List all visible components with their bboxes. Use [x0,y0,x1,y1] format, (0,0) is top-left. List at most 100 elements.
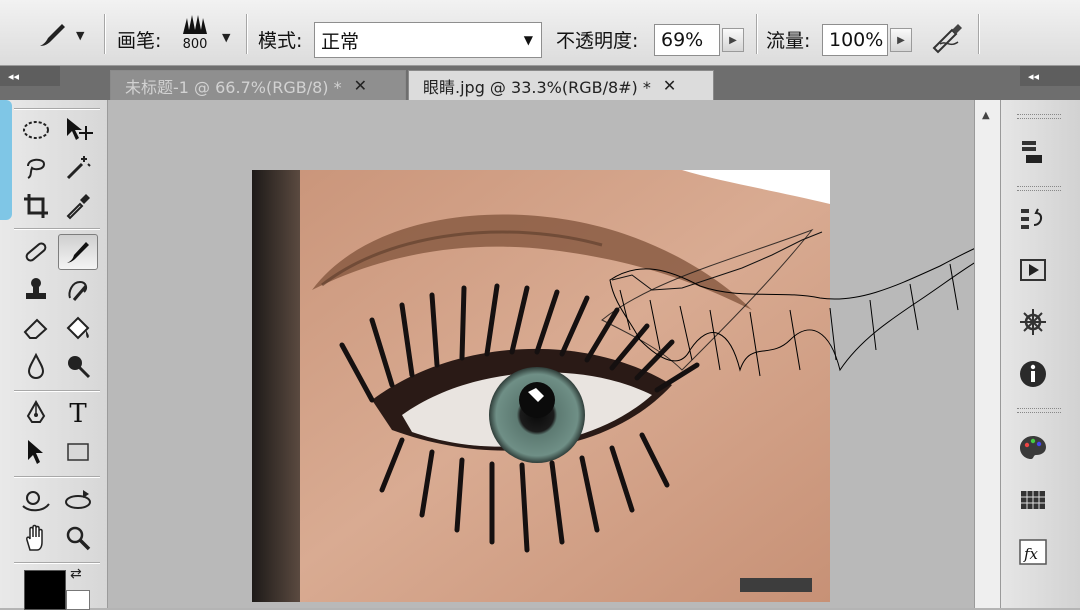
close-icon[interactable]: ✕ [663,76,676,95]
grip [1017,114,1061,119]
opacity-slider-button[interactable]: ▶ [722,28,744,52]
lasso-icon [27,158,46,179]
magic-wand-icon [66,156,91,180]
flow-value: 100% [829,29,884,51]
tab-eye-jpg[interactable]: 眼睛.jpg @ 33.3%(RGB/8#) * ✕ [408,70,714,100]
divider [756,14,757,54]
divider [978,14,979,54]
swap-colors-icon[interactable]: ⇄ [70,566,82,582]
close-icon[interactable]: ✕ [354,76,367,95]
bandage-icon [25,242,47,262]
marquee-tool[interactable] [16,112,56,148]
brush-icon [67,242,89,263]
hand-tool[interactable] [16,520,56,556]
divider [14,108,100,109]
magic-wand-tool[interactable] [58,150,98,186]
grip [1017,186,1061,191]
pen-icon [26,400,46,423]
airbrush-toggle[interactable] [928,22,968,54]
history-panel-button[interactable] [1017,204,1049,236]
swatches-panel-button[interactable] [1017,484,1049,516]
flow-slider-button[interactable]: ▶ [890,28,912,52]
info-panel-button[interactable] [1017,358,1049,390]
divider [246,14,247,54]
tab-label: 未标题-1 @ 66.7%(RGB/8) * [125,77,342,97]
lasso-tool[interactable] [16,150,56,186]
grid-icon [1021,491,1045,509]
path-selection-tool[interactable] [16,434,56,470]
mode-value: 正常 [321,30,360,53]
scroll-up-arrow-icon[interactable]: ▲ [982,110,990,121]
layer-comps-icon [1022,141,1042,163]
background-color-swatch[interactable] [66,590,90,610]
panel-edge-handle[interactable] [0,100,12,220]
color-panel-button[interactable] [1017,432,1049,464]
zoom-tool[interactable] [58,520,98,556]
hand-icon [26,524,43,551]
mode-select[interactable]: 正常 ▼ [314,22,542,58]
chevron-right-icon: ▶ [897,34,905,46]
history-brush-tool[interactable] [58,272,98,308]
3d-orbit-tool[interactable] [58,482,98,518]
move-tool[interactable] [58,112,98,148]
foreground-color-swatch[interactable] [24,570,66,610]
flow-label: 流量: [766,30,811,52]
crop-icon [24,194,48,218]
divider [14,390,100,391]
flow-input[interactable]: 100% [822,24,888,56]
fx-icon: fx [1019,539,1047,565]
history-icon [1021,208,1042,229]
brush-label: 画笔: [117,30,162,52]
vertical-scrollbar[interactable]: ▲ [974,100,1000,608]
3d-rotate-tool[interactable] [16,482,56,518]
panel-dock: fx [1000,100,1080,608]
crop-tool[interactable] [16,188,56,224]
mode-label: 模式: [258,30,303,52]
brush-size-picker[interactable]: 800 [180,12,210,52]
eraser-icon [23,318,48,339]
divider [14,228,100,229]
divider [104,14,105,54]
actions-panel-button[interactable] [1017,254,1049,286]
dodge-tool[interactable] [58,348,98,384]
collapse-toolbox-button[interactable]: ◂◂ [0,66,60,86]
tab-untitled[interactable]: 未标题-1 @ 66.7%(RGB/8) * ✕ [110,70,406,100]
opacity-input[interactable]: 69% [654,24,720,56]
paint-bucket-tool[interactable] [58,310,98,346]
eyedropper-tool[interactable] [58,188,98,224]
dodge-icon [68,356,91,379]
magnifier-icon [66,526,91,551]
styles-panel-button[interactable]: fx [1017,536,1049,568]
blur-tool[interactable] [16,348,56,384]
double-chevron-left-icon: ◂◂ [8,69,20,83]
chevron-down-icon[interactable]: ▼ [222,31,230,44]
shape-tool[interactable] [58,434,98,470]
ellipse-marquee-icon [23,121,49,139]
document-tab-bar: ◂◂ ◂◂ 未标题-1 @ 66.7%(RGB/8) * ✕ 眼睛.jpg @ … [0,66,1080,100]
brush-cursor-outline [609,231,1020,377]
tool-preset-picker[interactable]: ▼ [36,20,84,50]
eraser-tool[interactable] [16,310,56,346]
healing-brush-tool[interactable] [16,234,56,270]
divider [14,476,100,477]
brush-tip-icon [183,15,207,34]
type-icon: T [69,399,87,429]
clone-stamp-tool[interactable] [16,272,56,308]
info-icon [1020,361,1046,387]
layer-comps-panel-button[interactable] [1017,136,1049,168]
options-bar: ▼ 画笔: 800 ▼ 模式: 正常 ▼ 不透明度: 69% ▶ 流量: 100… [0,0,1080,66]
pen-tool[interactable] [16,396,56,432]
move-icon [67,118,93,140]
brush-tool[interactable] [58,234,98,270]
tab-label: 眼睛.jpg @ 33.3%(RGB/8#) * [423,77,651,97]
rectangle-icon [67,443,89,461]
droplet-icon [27,352,45,380]
brush-icon [40,24,65,46]
ship-wheel-icon [1020,309,1046,335]
collapse-panel-button[interactable]: ◂◂ [1020,66,1080,86]
opacity-label: 不透明度: [556,30,639,52]
svg-text:fx: fx [1023,545,1039,563]
navigator-panel-button[interactable] [1017,306,1049,338]
brush-size-value: 800 [182,37,208,52]
type-tool[interactable]: T [58,396,98,432]
